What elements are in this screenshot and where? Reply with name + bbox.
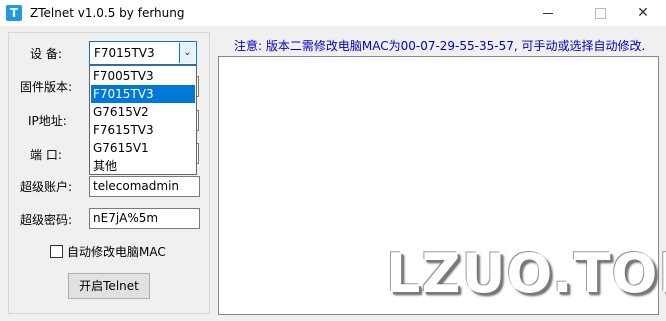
window-title: ZTelnet v1.0.5 by ferhung [30, 6, 185, 20]
device-option[interactable]: 其他 [91, 157, 195, 175]
ip-label: IP地址: [28, 114, 67, 128]
watermark-text: LZUO.TOP [386, 242, 666, 305]
device-option-selected[interactable]: F7015TV3 [91, 85, 195, 103]
auto-mac-checkbox[interactable] [50, 245, 63, 258]
auto-mac-label[interactable]: 自动修改电脑MAC [67, 244, 166, 260]
firmware-label: 固件版本: [20, 80, 73, 94]
open-telnet-button[interactable]: 开启Telnet [68, 273, 150, 299]
port-label: 端 口: [30, 148, 62, 162]
close-icon: ✕ [637, 5, 649, 21]
super-password-field[interactable]: nE7jA%5m [89, 208, 200, 229]
maximize-button[interactable] [577, 0, 623, 26]
title-bar: T ZTelnet v1.0.5 by ferhung ✕ [0, 0, 666, 26]
close-button[interactable]: ✕ [620, 0, 666, 26]
device-select[interactable]: F7015TV3 ⌄ [89, 41, 197, 65]
notice-text: 注意: 版本二需修改电脑MAC为00-07-29-55-35-57, 可手动或选… [234, 39, 646, 53]
super-password-label: 超级密码: [20, 213, 73, 227]
device-dropdown-list: F7005TV3 F7015TV3 G7615V2 F7615TV3 G7615… [89, 65, 197, 175]
app-icon: T [6, 5, 22, 21]
device-option[interactable]: G7615V2 [91, 103, 195, 121]
minimize-icon [543, 12, 553, 14]
device-option[interactable]: F7615TV3 [91, 121, 195, 139]
super-account-label: 超级账户: [20, 180, 73, 194]
chevron-down-icon[interactable]: ⌄ [179, 43, 195, 63]
device-option[interactable]: G7615V1 [91, 139, 195, 157]
minimize-button[interactable] [525, 0, 571, 26]
device-select-value: F7015TV3 [94, 46, 155, 60]
device-label: 设 备: [30, 47, 62, 61]
super-account-field[interactable]: telecomadmin [89, 176, 200, 197]
maximize-icon [594, 7, 606, 19]
device-option[interactable]: F7005TV3 [91, 67, 195, 85]
